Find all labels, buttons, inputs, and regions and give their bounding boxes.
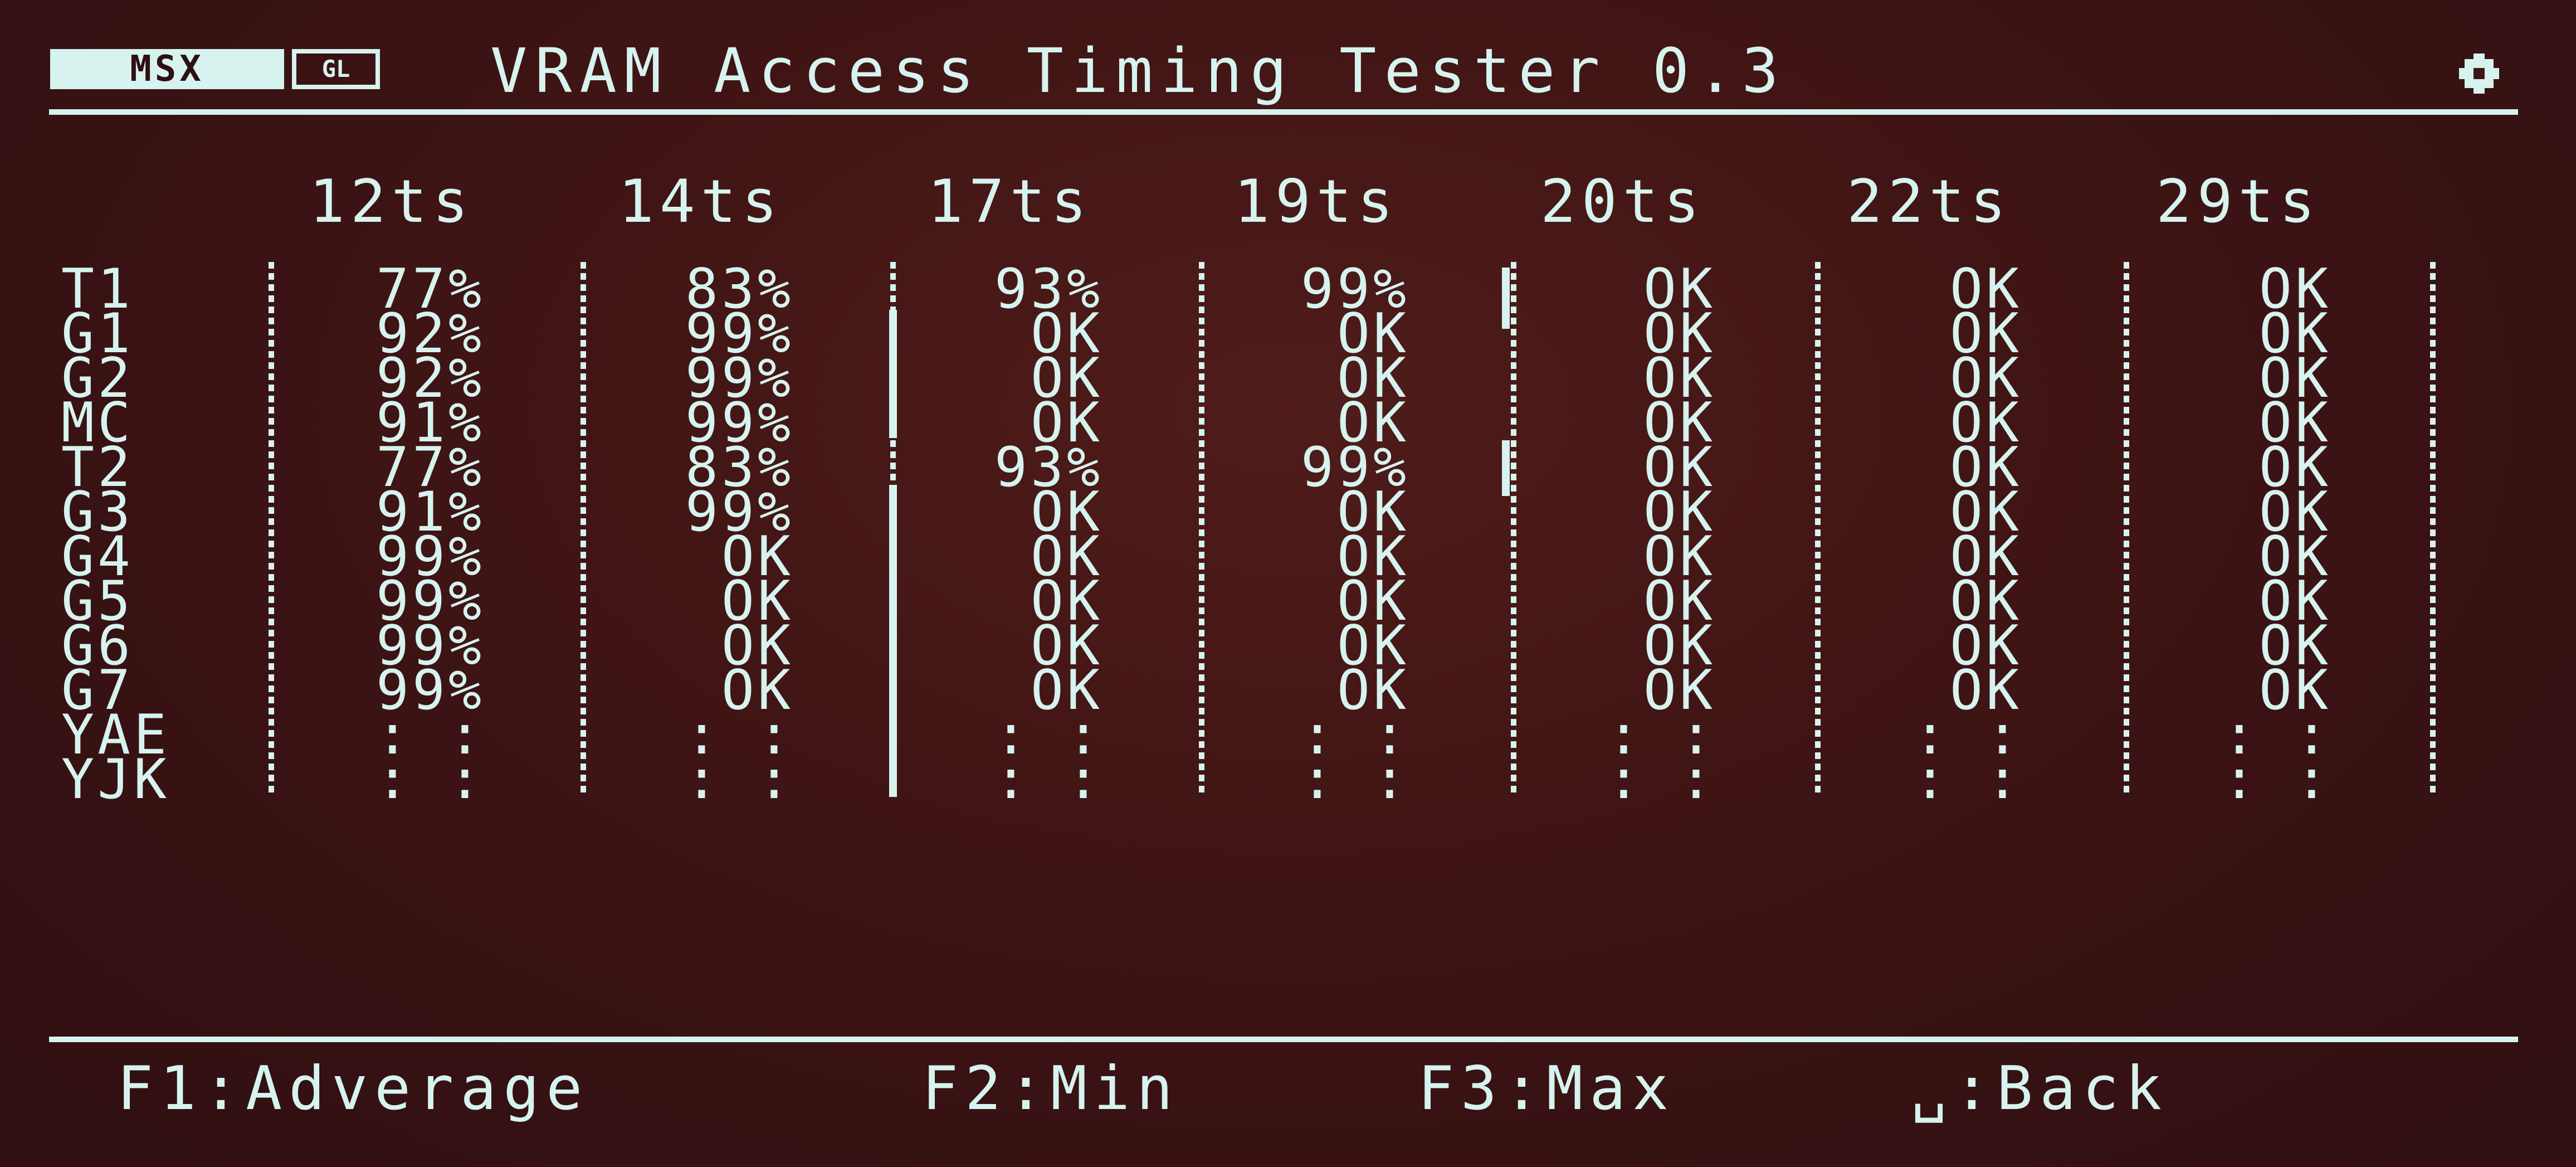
column-separator-bar (889, 485, 897, 797)
column-header: 29ts (2156, 167, 2321, 236)
table-cell: : : (375, 748, 485, 811)
table-cell: : : (1607, 748, 1716, 811)
table-cell: : : (994, 748, 1103, 811)
column-separator (1199, 262, 1204, 797)
msx-gl-logo: MSX GL (50, 49, 380, 89)
gear-icon[interactable] (2457, 51, 2501, 96)
column-header: 22ts (1847, 167, 2012, 236)
column-separator-bar (1502, 440, 1510, 496)
row-label: YJK (61, 748, 170, 811)
column-separator (1511, 262, 1516, 797)
column-separator-bar (1502, 268, 1510, 329)
table-cell: : : (1300, 748, 1409, 811)
column-separator (1815, 262, 1821, 797)
table-cell: : : (2222, 748, 2331, 811)
table-cell: : : (685, 748, 794, 811)
column-separator (2430, 262, 2436, 797)
column-header: 20ts (1540, 167, 1705, 236)
back-option[interactable]: ␣:Back (1911, 1054, 2168, 1124)
header-divider (49, 109, 2518, 115)
column-header: 12ts (309, 167, 474, 236)
vram-timing-screen: MSX GL VRAM Access Timing Tester 0.3 12t… (0, 0, 2576, 1167)
table-cell: : : (1913, 748, 2022, 811)
column-separator-bar (889, 310, 897, 438)
f3-max-option[interactable]: F3:Max (1418, 1054, 1675, 1124)
logo-msx: MSX (50, 49, 284, 89)
column-separator (269, 262, 274, 797)
column-separator (580, 262, 586, 797)
logo-gl: GL (292, 49, 380, 89)
f1-average-option[interactable]: F1:Adverage (117, 1054, 589, 1124)
column-header: 14ts (618, 167, 783, 236)
page-title: VRAM Access Timing Tester 0.3 (490, 35, 1787, 106)
column-separator (2124, 262, 2129, 797)
f2-min-option[interactable]: F2:Min (922, 1054, 1179, 1124)
column-header: 17ts (928, 167, 1092, 236)
footer-divider (49, 1037, 2518, 1042)
column-header: 19ts (1234, 167, 1399, 236)
